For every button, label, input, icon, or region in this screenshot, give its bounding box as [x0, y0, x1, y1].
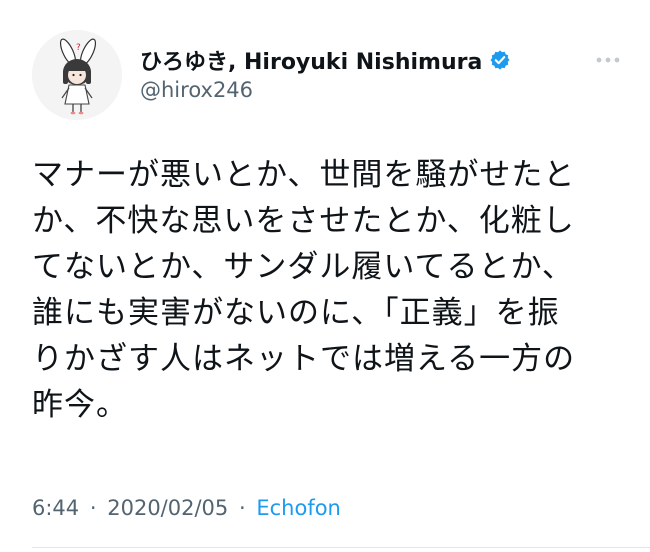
tweet-card: ? ひろゆき, Hiroyuki Nishimura @hirox246 マナー…	[0, 0, 650, 552]
divider	[32, 547, 650, 548]
meta-separator: ·	[89, 496, 97, 520]
tweet-body-line: 昨今。	[32, 387, 128, 423]
tweet-body-line: りかざす人はネットでは増える一方の	[32, 341, 576, 377]
tweet-meta: 6:44 · 2020/02/05 · Echofon	[32, 496, 341, 520]
verified-badge-icon	[489, 49, 511, 71]
tweet-date[interactable]: 2020/02/05	[107, 496, 228, 520]
more-dots-icon	[596, 57, 620, 63]
more-options-button[interactable]	[594, 52, 622, 68]
tweet-body-line: てないとか、サンダル履いてるとか、	[32, 249, 574, 285]
avatar[interactable]: ?	[32, 30, 122, 120]
tweet-body-line: 誰にも実害がないのに、「正義」を振	[32, 295, 560, 331]
tweet-body-line: か、不快な思いをさせたとか、化粧し	[32, 203, 575, 239]
meta-separator: ·	[238, 496, 246, 520]
tweet-client-link[interactable]: Echofon	[256, 496, 341, 520]
author-handle[interactable]: @hirox246	[140, 78, 253, 102]
tweet-body-line: マナーが悪いとか、世間を騒がせたと	[32, 157, 576, 193]
tweet-time[interactable]: 6:44	[32, 496, 79, 520]
svg-text:?: ?	[76, 43, 81, 53]
author-display-name[interactable]: ひろゆき, Hiroyuki Nishimura	[140, 44, 482, 76]
avatar-bunny-girl-icon: ?	[32, 30, 122, 120]
tweet-body: マナーが悪いとか、世間を騒がせたと か、不快な思いをさせたとか、化粧し てないと…	[32, 152, 632, 428]
author-name-row[interactable]: ひろゆき, Hiroyuki Nishimura	[140, 44, 511, 76]
